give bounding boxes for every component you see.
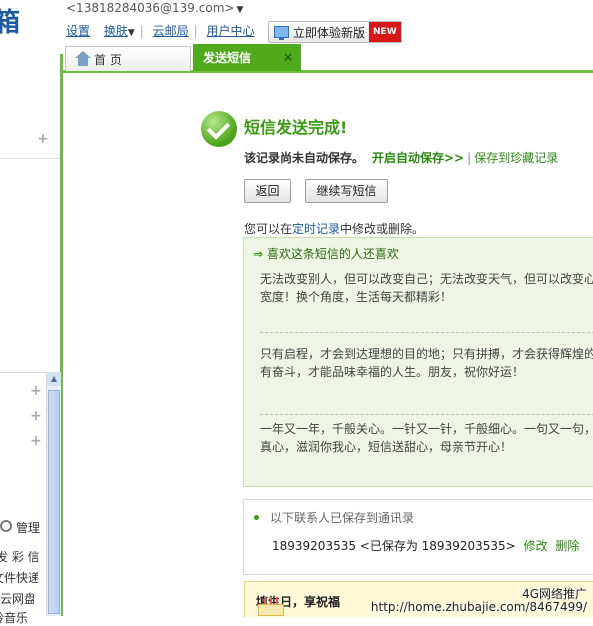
mailbox-logo[interactable]: 箱: [0, 0, 60, 46]
try-new-version-label: 立即体验新版: [293, 25, 366, 40]
scroll-up-icon[interactable]: ▲: [47, 372, 61, 386]
bullet-icon: [254, 515, 259, 520]
back-button[interactable]: 返回: [244, 179, 291, 203]
cloud-post-link[interactable]: 云邮局: [153, 24, 189, 38]
skin-link[interactable]: 换肤: [104, 24, 128, 38]
sidebar-scrollbar[interactable]: ▲: [46, 372, 61, 616]
sidebar-top-panel: +: [0, 54, 60, 159]
message-line: 一年又一年，千般关心。一针又一针，千般细心。一句又一句，: [260, 422, 593, 436]
expand-plus-icon[interactable]: +: [37, 131, 49, 147]
recommended-header: ⇒ 喜欢这条短信的人还喜欢: [253, 245, 399, 262]
edit-hint-suffix: 中修改或删除。: [340, 222, 425, 236]
saved-contacts-box: 以下联系人已保存到通讯录 18939203535 <已保存为 189392035…: [243, 499, 593, 575]
edit-hint-prefix: 您可以在: [244, 222, 293, 236]
tab-home-label: 首 页: [94, 52, 122, 67]
sidebar-item-mms[interactable]: 发 彩 信: [0, 548, 42, 565]
top-nav: 设置 换肤▼ | 云邮局 | 用户中心: [66, 24, 255, 38]
tab-send-sms[interactable]: 发送短信 ×: [193, 44, 301, 71]
recommended-message[interactable]: 只有启程，才会到达理想的目的地；只有拼搏，才会获得辉煌的 有奋斗，才能品味幸福的…: [260, 345, 593, 381]
user-center-link[interactable]: 用户中心: [207, 24, 255, 38]
divider: [260, 414, 593, 415]
divider: [260, 332, 593, 333]
send-result-panel: 短信发送完成! 该记录尚未自动保存。 开启自动保存>> | 保存到珍藏记录 返回 继续…: [66, 73, 593, 616]
expand-plus-icon[interactable]: +: [30, 408, 42, 424]
tab-send-sms-label: 发送短信: [203, 51, 252, 65]
message-line: 有奋斗，才能品味幸福的人生。朋友，祝你好运！: [260, 365, 525, 379]
chevron-down-icon: ▼: [236, 5, 244, 15]
message-line: 宽度！换个角度，生活每天都精彩！: [260, 290, 453, 304]
save-to-favorites-link[interactable]: 保存到珍藏记录: [474, 151, 558, 165]
sidebar-item-cloud-drive[interactable]: 彩云网盘: [0, 590, 34, 607]
left-sidebar: + + + + 管理 发 彩 信 文件快递 彩云网盘 铃音乐 ▲: [0, 54, 63, 625]
message-line: 只有启程，才会到达理想的目的地；只有拼搏，才会获得辉煌的: [260, 347, 593, 361]
sidebar-management[interactable]: 管理: [0, 519, 46, 536]
saved-contacts-label: 以下联系人已保存到通讯录: [270, 511, 415, 525]
cake-icon: [258, 596, 284, 616]
close-icon[interactable]: ×: [283, 50, 293, 64]
management-label: 管理: [16, 521, 41, 535]
save-notice-text: 该记录尚未自动保存。: [244, 151, 365, 165]
separator: |: [467, 151, 472, 165]
tab-home[interactable]: 首 页: [65, 46, 191, 71]
watermark-line: http://home.zhubajie.com/8467499/: [370, 600, 587, 614]
delete-contact-link[interactable]: 删除: [555, 539, 579, 553]
expand-plus-icon[interactable]: +: [30, 383, 42, 399]
recommended-message[interactable]: 无法改变别人，但可以改变自己；无法改变天气，但可以改变心 宽度！换个角度，生活每…: [260, 270, 593, 306]
sidebar-item-ringtone[interactable]: 铃音乐: [0, 609, 38, 626]
save-notice: 该记录尚未自动保存。 开启自动保存>> | 保存到珍藏记录: [244, 149, 558, 166]
message-line: 无法改变别人，但可以改变自己；无法改变天气，但可以改变心: [260, 272, 593, 286]
scheduled-records-link[interactable]: 定时记录: [292, 222, 340, 236]
recommended-messages-box: ⇒ 喜欢这条短信的人还喜欢 无法改变别人，但可以改变自己；无法改变天气，但可以改…: [243, 237, 593, 487]
enable-auto-save-link[interactable]: 开启自动保存>>: [372, 151, 464, 165]
expand-plus-icon[interactable]: +: [30, 433, 42, 449]
arrow-right-icon: ⇒: [253, 247, 264, 261]
success-title: 短信发送完成!: [244, 118, 348, 137]
account-switcher[interactable]: <13818284036@139.com> ▼: [66, 1, 243, 15]
continue-writing-button[interactable]: 继续写短信: [305, 179, 388, 203]
recommended-header-label: 喜欢这条短信的人还喜欢: [266, 247, 399, 261]
try-new-version-button[interactable]: 立即体验新版 NEW: [268, 21, 402, 43]
success-check-icon: [201, 111, 237, 147]
scrollbar-thumb[interactable]: [48, 390, 60, 614]
sidebar-item-file-express[interactable]: 文件快递: [0, 569, 38, 586]
account-email: <13818284036@139.com>: [66, 1, 235, 15]
new-badge: NEW: [369, 22, 401, 42]
message-line: 真心，滋润你我心，短信送甜心，母亲节开心！: [260, 440, 513, 454]
recommended-message[interactable]: 一年又一年，千般关心。一针又一针，千般细心。一句又一句， 真心，滋润你我心，短信…: [260, 420, 593, 456]
monitor-icon: [274, 26, 289, 40]
divider: [0, 372, 46, 373]
saved-contact-entry: 18939203535 <已保存为 18939203535> 修改 删除: [272, 537, 579, 554]
gear-icon: [0, 520, 12, 532]
home-icon: [75, 51, 91, 66]
saved-contact-text: 18939203535 <已保存为 18939203535>: [272, 539, 516, 553]
edit-hint: 您可以在定时记录中修改或删除。: [244, 220, 424, 237]
edit-contact-link[interactable]: 修改: [524, 539, 548, 553]
tab-bar: 首 页 发送短信 ×: [63, 44, 593, 73]
settings-link[interactable]: 设置: [66, 24, 90, 38]
chevron-down-icon[interactable]: ▼: [128, 28, 135, 38]
